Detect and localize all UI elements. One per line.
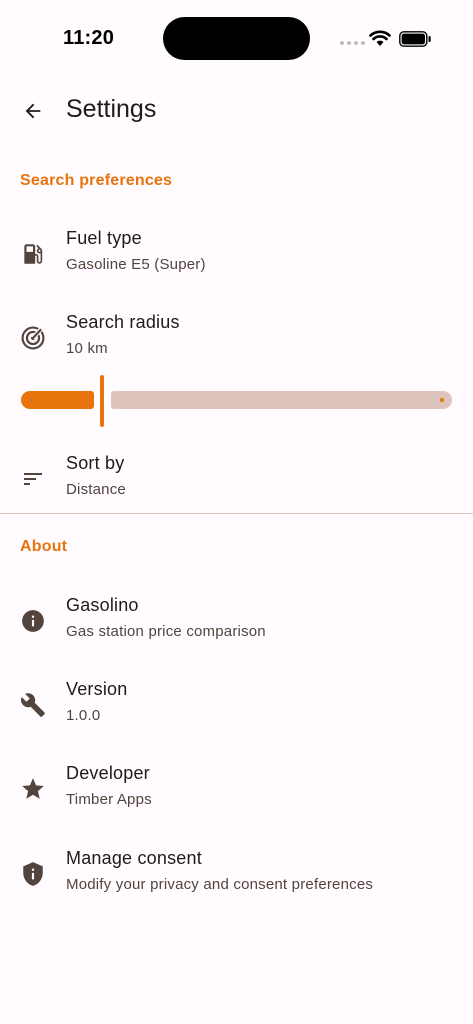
wrench-icon bbox=[20, 692, 46, 718]
manage-consent-summary: Modify your privacy and consent preferen… bbox=[66, 876, 374, 893]
fuel-type-title: Fuel type bbox=[66, 228, 142, 248]
app-bar: Settings bbox=[0, 80, 473, 142]
section-header-about: About bbox=[20, 538, 68, 555]
wifi-icon bbox=[369, 30, 391, 46]
section-header-search: Search preferences bbox=[20, 172, 173, 189]
shield-icon bbox=[20, 861, 46, 887]
slider-thumb[interactable] bbox=[100, 375, 104, 427]
app-info-item[interactable]: Gasolino Gas station price comparison bbox=[0, 589, 473, 659]
app-description: Gas station price comparison bbox=[66, 623, 266, 640]
developer-name: Timber Apps bbox=[66, 791, 152, 808]
dynamic-island bbox=[163, 17, 310, 60]
search-radius-title: Search radius bbox=[66, 312, 180, 332]
slider-inactive-track bbox=[111, 391, 452, 409]
sort-by-title: Sort by bbox=[66, 453, 125, 473]
radar-icon bbox=[20, 325, 46, 351]
developer-title: Developer bbox=[66, 763, 150, 783]
back-button[interactable] bbox=[16, 94, 50, 128]
status-bar: 11:20 bbox=[0, 0, 473, 80]
sort-by-summary: Distance bbox=[66, 481, 126, 498]
sort-by-item[interactable]: Sort by Distance bbox=[0, 447, 473, 517]
search-radius-item[interactable]: Search radius 10 km bbox=[0, 306, 473, 376]
manage-consent-title: Manage consent bbox=[66, 848, 202, 868]
app-name-title: Gasolino bbox=[66, 595, 139, 615]
battery-icon bbox=[399, 31, 431, 47]
slider-stop-indicator bbox=[440, 398, 444, 402]
status-time: 11:20 bbox=[63, 27, 115, 49]
star-icon bbox=[20, 776, 46, 802]
arrow-back-icon bbox=[25, 103, 41, 119]
developer-item[interactable]: Developer Timber Apps bbox=[0, 757, 473, 827]
search-radius-slider[interactable] bbox=[21, 372, 452, 428]
page-title: Settings bbox=[66, 95, 157, 123]
search-radius-summary: 10 km bbox=[66, 340, 108, 357]
version-item[interactable]: Version 1.0.0 bbox=[0, 673, 473, 743]
fuel-type-summary: Gasoline E5 (Super) bbox=[66, 256, 206, 273]
section-divider bbox=[0, 513, 473, 514]
version-value: 1.0.0 bbox=[66, 707, 101, 724]
cellular-signal-icon bbox=[340, 41, 365, 45]
manage-consent-item[interactable]: Manage consent Modify your privacy and c… bbox=[0, 842, 473, 912]
version-title: Version bbox=[66, 679, 128, 699]
sort-icon bbox=[20, 466, 46, 492]
fuel-pump-icon bbox=[20, 241, 46, 267]
info-icon bbox=[20, 608, 46, 634]
fuel-type-item[interactable]: Fuel type Gasoline E5 (Super) bbox=[0, 222, 473, 292]
slider-active-track bbox=[21, 391, 94, 409]
